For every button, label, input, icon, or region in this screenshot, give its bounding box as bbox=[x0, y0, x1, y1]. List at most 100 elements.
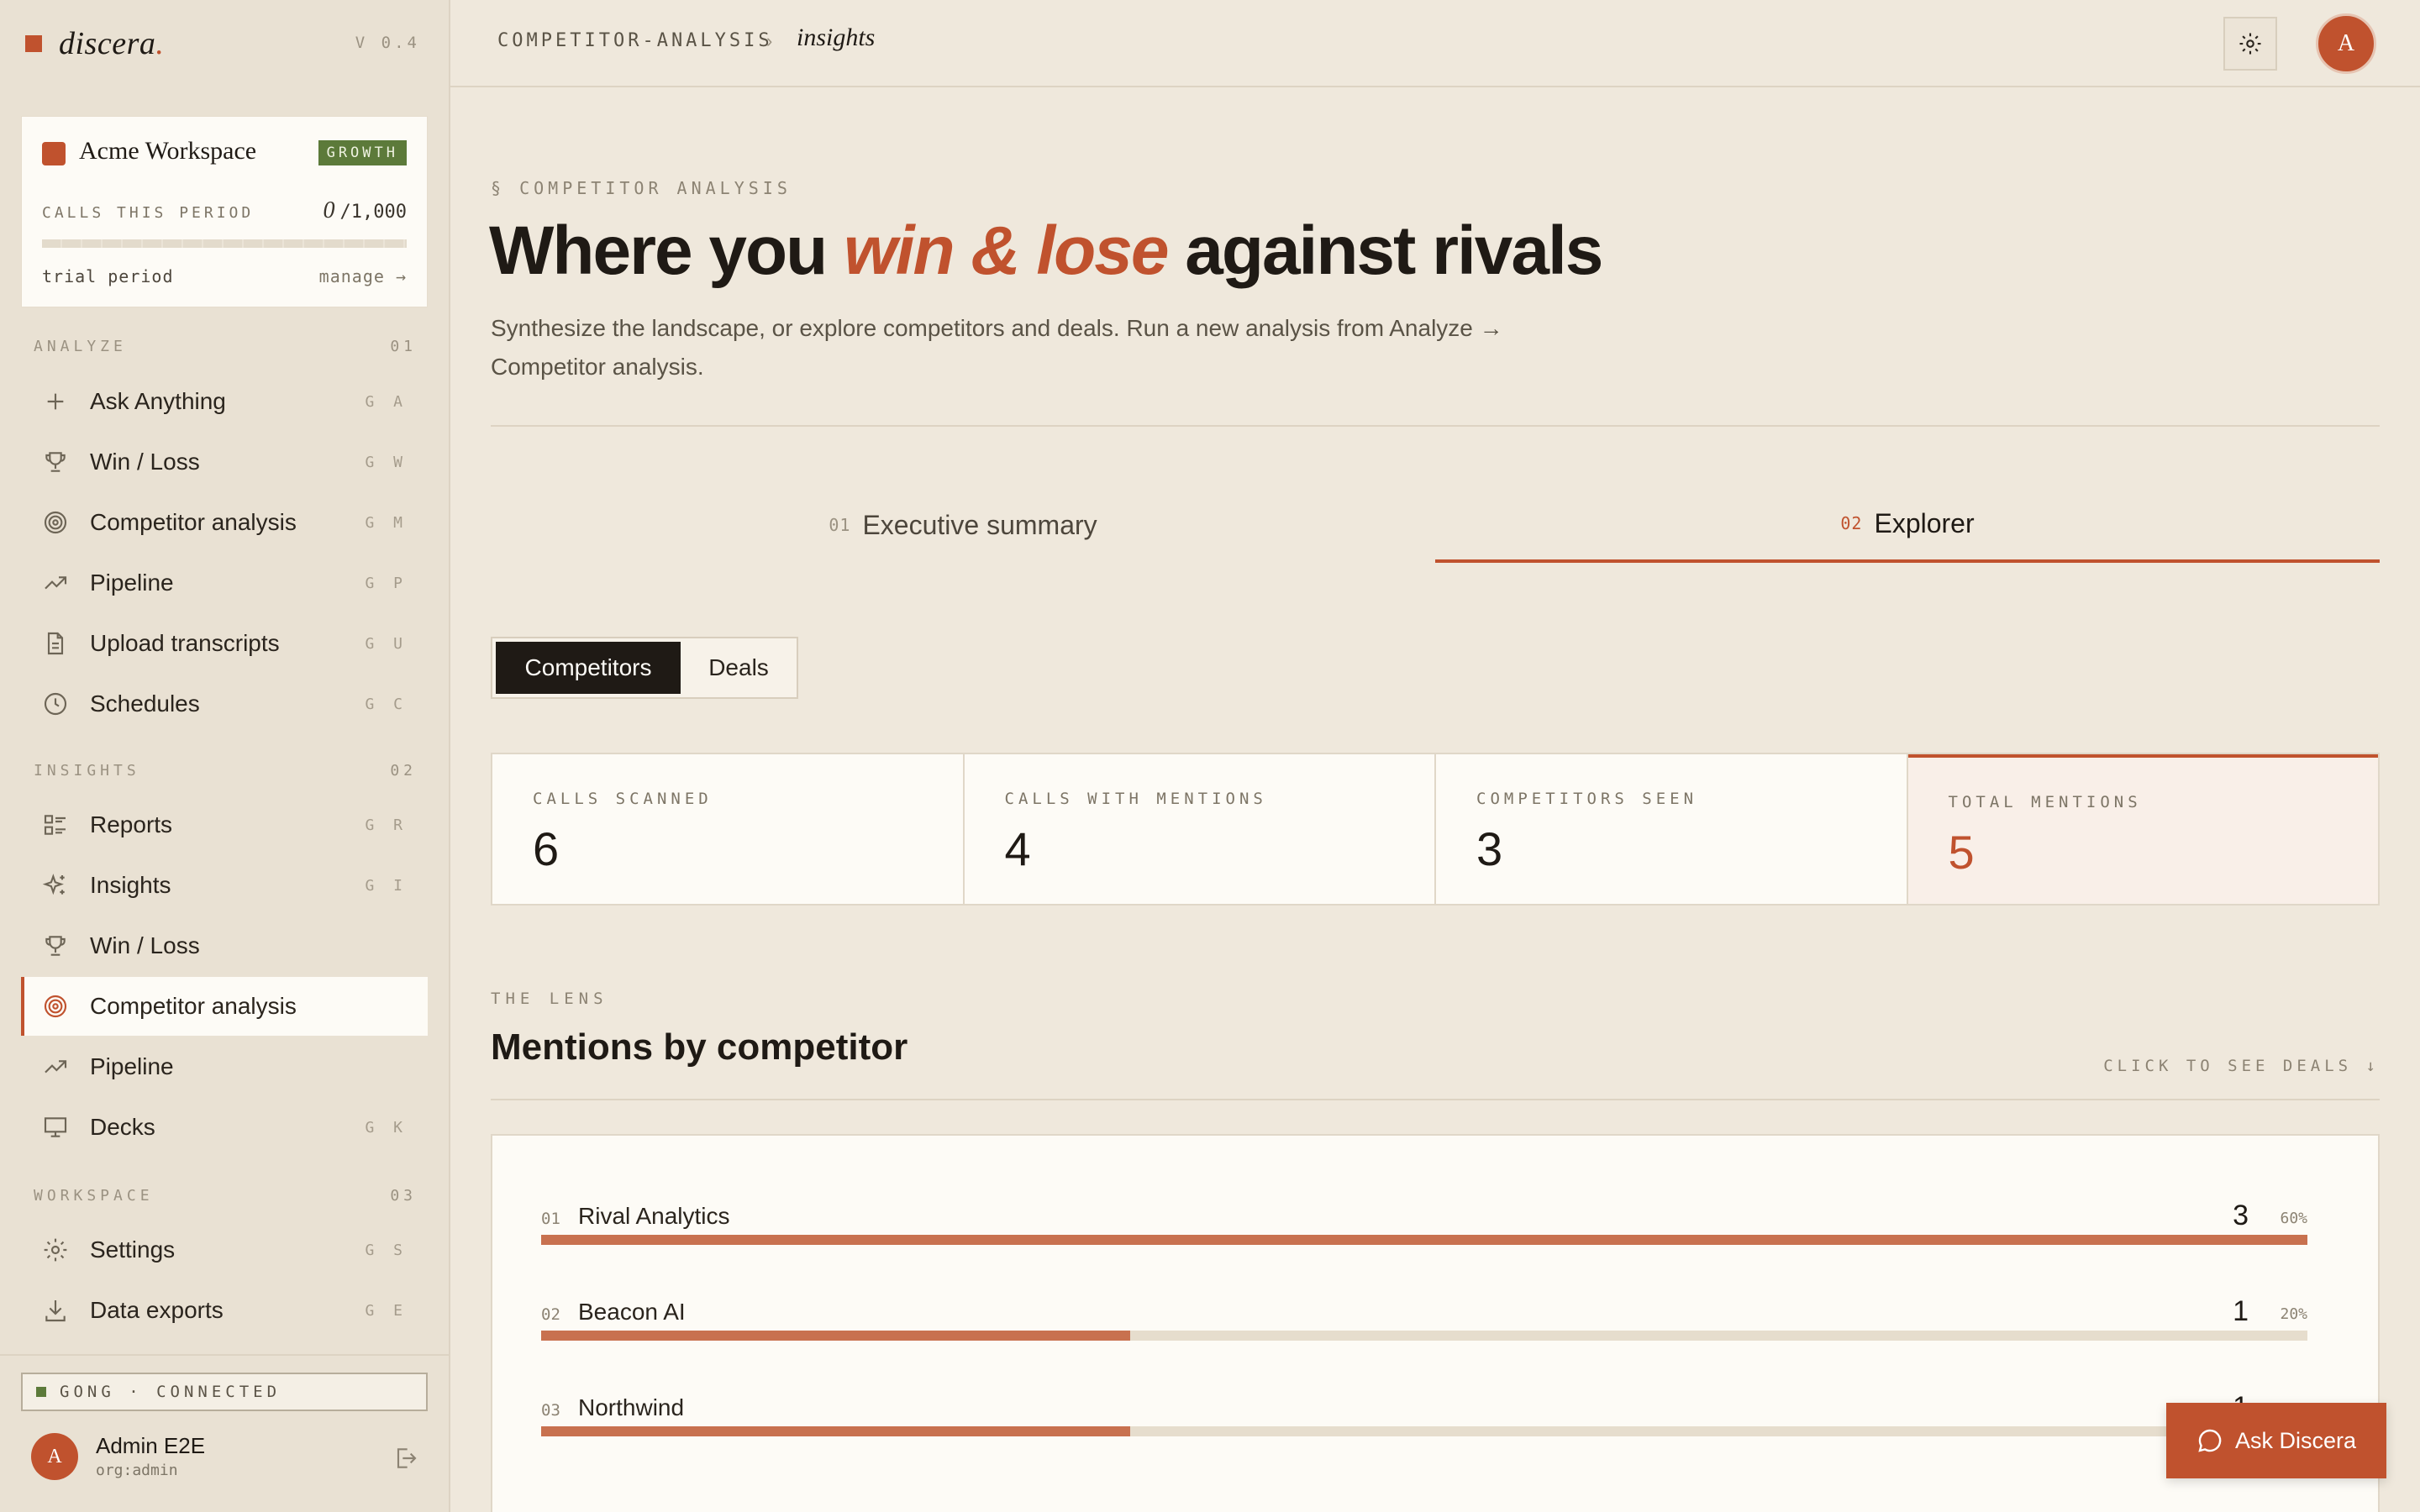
trend-icon bbox=[41, 1053, 70, 1081]
integration-status[interactable]: GONG · CONNECTED bbox=[21, 1373, 428, 1411]
shortcut-hint: G C bbox=[365, 695, 408, 713]
calls-label: CALLS THIS PERIOD bbox=[42, 204, 255, 222]
manage-link[interactable]: manage → bbox=[319, 266, 407, 286]
plus-icon bbox=[41, 387, 70, 416]
sparkle-icon bbox=[41, 871, 70, 900]
workspace-card[interactable]: Acme Workspace GROWTH CALLS THIS PERIOD … bbox=[21, 116, 428, 307]
sidebar-item-pipeline[interactable]: Pipeline G P bbox=[21, 554, 428, 612]
stat-total-mentions: TOTAL MENTIONS 5 bbox=[1907, 754, 2378, 904]
target-icon bbox=[41, 992, 70, 1021]
sidebar-item-upload-transcripts[interactable]: Upload transcripts G U bbox=[21, 614, 428, 673]
breadcrumb-current: insights bbox=[797, 24, 876, 51]
shortcut-hint: G I bbox=[365, 876, 408, 895]
bar-rank: 02 bbox=[541, 1305, 560, 1324]
page-eyebrow: § COMPETITOR ANALYSIS bbox=[491, 178, 792, 198]
sidebar-item-label: Decks bbox=[90, 1114, 155, 1140]
user-avatar[interactable]: A bbox=[31, 1433, 78, 1480]
mentions-bar-chart: 01 Rival Analytics 3 60% 02 Beacon AI 1 20% 03 No… bbox=[491, 1134, 2380, 1512]
section-analyze: ANALYZE 01 bbox=[34, 338, 417, 355]
title-emphasis: win & lose bbox=[843, 213, 1170, 289]
bar-row[interactable]: 03Northwind120% bbox=[541, 1391, 2307, 1462]
sidebar-item-label: Win / Loss bbox=[90, 449, 200, 475]
top-bar: COMPETITOR-ANALYSIS › insights A bbox=[450, 0, 2420, 87]
status-dot-icon bbox=[36, 1387, 46, 1397]
brand-name: discera bbox=[59, 26, 156, 61]
tab-number: 01 bbox=[829, 515, 851, 535]
tab-executive-summary[interactable]: 01 Executive summary bbox=[491, 487, 1435, 563]
bar-percent: 20% bbox=[2280, 1305, 2307, 1323]
sidebar: discera. V 0.4 Acme Workspace GROWTH CAL… bbox=[0, 0, 450, 1512]
shortcut-hint: G P bbox=[365, 574, 408, 592]
calls-limit: /1,000 bbox=[339, 202, 407, 223]
bar-track bbox=[541, 1331, 2307, 1341]
trial-label: trial period bbox=[42, 266, 174, 286]
sidebar-item-reports[interactable]: Reports G R bbox=[21, 795, 428, 854]
bar-percent: 60% bbox=[2280, 1210, 2307, 1227]
stat-calls-with-mentions: CALLS WITH MENTIONS 4 bbox=[965, 754, 1436, 904]
tab-number: 02 bbox=[1840, 513, 1863, 533]
bar-row[interactable]: 01 Rival Analytics 3 60% bbox=[541, 1200, 2307, 1270]
sidebar-item-label: Settings bbox=[90, 1236, 176, 1263]
logout-icon[interactable] bbox=[392, 1445, 418, 1472]
breadcrumb-section[interactable]: COMPETITOR-ANALYSIS bbox=[497, 30, 773, 51]
bar-track bbox=[541, 1235, 2307, 1245]
sidebar-item-label: Pipeline bbox=[90, 1053, 174, 1079]
sidebar-item-schedules[interactable]: Schedules G C bbox=[21, 675, 428, 733]
stat-value: 5 bbox=[1948, 826, 1975, 879]
stats-row: CALLS SCANNED 6 CALLS WITH MENTIONS 4 CO… bbox=[491, 753, 2380, 906]
stat-label: COMPETITORS SEEN bbox=[1476, 790, 1698, 808]
account-avatar[interactable]: A bbox=[2316, 13, 2376, 74]
bar bbox=[541, 1235, 2307, 1245]
sidebar-item-ask-anything[interactable]: Ask Anything G A bbox=[21, 372, 428, 431]
brand-mark-icon bbox=[25, 35, 42, 52]
calls-value: 0/1,000 bbox=[324, 197, 407, 224]
stat-competitors-seen: COMPETITORS SEEN 3 bbox=[1436, 754, 1908, 904]
title-post: against rivals bbox=[1167, 213, 1603, 289]
sidebar-item-label: Data exports bbox=[90, 1297, 224, 1323]
sidebar-item-data-exports[interactable]: Data exports G E bbox=[21, 1281, 428, 1340]
stat-value: 3 bbox=[1476, 822, 1503, 875]
sidebar-item-pipeline-insights[interactable]: Pipeline bbox=[21, 1037, 428, 1096]
sidebar-item-label: Insights bbox=[90, 872, 171, 898]
toggle-competitors[interactable]: Competitors bbox=[496, 642, 681, 694]
sidebar-item-decks[interactable]: Decks G K bbox=[21, 1098, 428, 1157]
toggle-deals[interactable]: Deals bbox=[681, 642, 797, 694]
sidebar-item-competitor-analysis-active[interactable]: Competitor analysis bbox=[21, 977, 428, 1036]
download-icon bbox=[41, 1296, 70, 1325]
section-workspace: WORKSPACE 03 bbox=[34, 1187, 417, 1205]
sidebar-item-label: Win / Loss bbox=[90, 932, 200, 958]
brand-logo[interactable]: discera. bbox=[25, 25, 164, 62]
section-num: 03 bbox=[390, 1187, 417, 1205]
trophy-icon bbox=[41, 448, 70, 476]
tab-label: Explorer bbox=[1874, 507, 1975, 538]
sidebar-item-settings[interactable]: Settings G S bbox=[21, 1221, 428, 1279]
sidebar-item-competitor-analysis[interactable]: Competitor analysis G M bbox=[21, 493, 428, 552]
bar-label: Northwind bbox=[578, 1394, 685, 1420]
sidebar-item-label: Pipeline bbox=[90, 570, 174, 596]
shortcut-hint: G A bbox=[365, 392, 408, 411]
stat-label: CALLS SCANNED bbox=[533, 790, 713, 808]
view-toggle: Competitors Deals bbox=[491, 637, 798, 699]
page-title: Where you win & lose against rivals bbox=[489, 212, 1603, 291]
settings-button[interactable] bbox=[2223, 17, 2277, 71]
sidebar-item-label: Upload transcripts bbox=[90, 630, 280, 656]
breadcrumb-separator-icon: › bbox=[766, 30, 773, 51]
see-deals-link[interactable]: CLICK TO SEE DEALS ↓ bbox=[2103, 1057, 2380, 1075]
sidebar-item-insights[interactable]: Insights G I bbox=[21, 856, 428, 915]
page-description: Synthesize the landscape, or explore com… bbox=[491, 315, 1503, 380]
sidebar-item-win-loss-insights[interactable]: Win / Loss bbox=[21, 916, 428, 975]
bar-row[interactable]: 02 Beacon AI 1 20% bbox=[541, 1295, 2307, 1366]
sidebar-item-label: Schedules bbox=[90, 690, 200, 717]
tab-explorer[interactable]: 02 Explorer bbox=[1435, 487, 2380, 563]
bar-value: 3 bbox=[2233, 1200, 2249, 1231]
ask-discera-button[interactable]: Ask Discera bbox=[2166, 1403, 2386, 1478]
workspace-name: Acme Workspace bbox=[79, 137, 257, 165]
stat-value: 4 bbox=[1004, 822, 1031, 875]
sidebar-item-win-loss[interactable]: Win / Loss G W bbox=[21, 433, 428, 491]
stat-value: 6 bbox=[533, 822, 560, 875]
chart-title: Mentions by competitor bbox=[491, 1026, 908, 1068]
sidebar-item-label: Ask Anything bbox=[90, 388, 226, 414]
sidebar-item-label: Competitor analysis bbox=[90, 509, 297, 535]
stat-label: CALLS WITH MENTIONS bbox=[1004, 790, 1267, 808]
section-num: 02 bbox=[390, 762, 417, 780]
